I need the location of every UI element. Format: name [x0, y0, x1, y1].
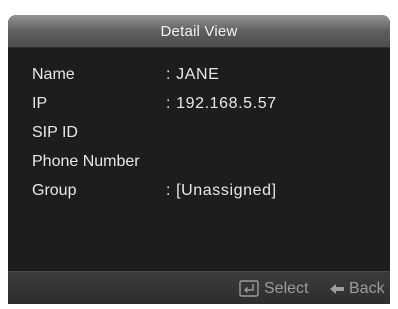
back-label: Back: [349, 279, 385, 297]
page-title: Detail View: [160, 22, 238, 40]
name-value: : JANE: [166, 66, 220, 83]
button-hint-bar: Select Back: [8, 271, 390, 304]
back-hint[interactable]: Back: [330, 272, 385, 304]
group-label: Group: [32, 182, 77, 199]
detail-content: Name : JANE IP : 192.168.5.57 SIP ID Pho…: [8, 48, 390, 271]
phone-number-label: Phone Number: [32, 153, 140, 170]
title-bar: Detail View: [8, 15, 390, 48]
select-hint[interactable]: Select: [239, 272, 308, 304]
sip-id-label: SIP ID: [32, 124, 78, 141]
select-label: Select: [264, 279, 309, 297]
ip-value: : 192.168.5.57: [166, 95, 277, 112]
enter-key-icon: [239, 280, 259, 297]
group-value: : [Unassigned]: [166, 182, 277, 199]
name-label: Name: [32, 66, 75, 83]
screen-frame: Detail View Name : JANE IP : 192.168.5.5…: [0, 0, 398, 309]
arrow-left-icon: [330, 283, 344, 294]
ip-label: IP: [32, 95, 48, 112]
detail-view-panel: Detail View Name : JANE IP : 192.168.5.5…: [8, 15, 390, 304]
